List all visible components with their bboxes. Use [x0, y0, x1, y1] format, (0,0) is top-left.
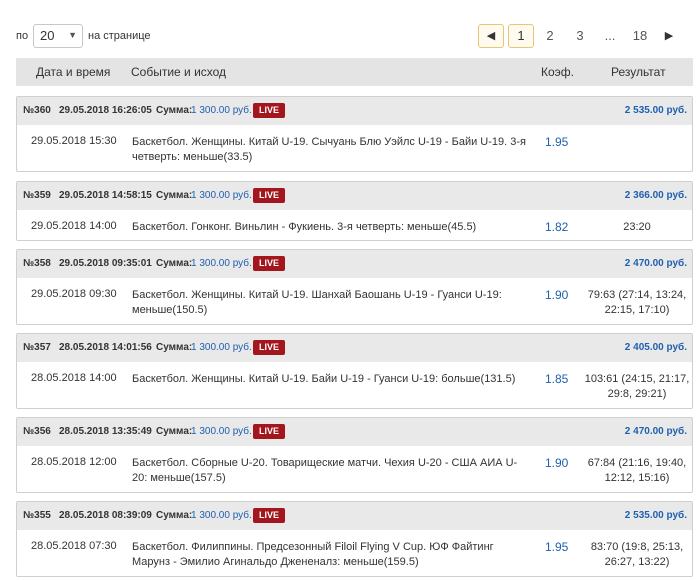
- page-2-button[interactable]: 2: [540, 24, 560, 48]
- bet-header: №355 28.05.2018 08:39:09 Сумма: 1 300.00…: [17, 502, 692, 530]
- table-header: Дата и время Событие и исход Коэф. Резул…: [16, 58, 693, 86]
- bet-sum-label: Сумма:: [156, 426, 193, 437]
- bet-payout: 2 535.00 руб.: [624, 105, 687, 116]
- bet-header: №359 29.05.2018 14:58:15 Сумма: 1 300.00…: [17, 182, 692, 210]
- bet-timestamp: 29.05.2018 14:58:15: [59, 190, 152, 201]
- prev-page-button[interactable]: ◀: [478, 24, 504, 48]
- bet-number: №355: [23, 510, 51, 521]
- live-badge: LIVE: [253, 340, 285, 355]
- event-date: 28.05.2018 07:30: [31, 540, 117, 552]
- bet-sum-label: Сумма:: [156, 258, 193, 269]
- bet-card: №360 29.05.2018 16:26:05 Сумма: 1 300.00…: [16, 96, 693, 172]
- bet-sum-label: Сумма:: [156, 510, 193, 521]
- event-description: Баскетбол. Женщины. Китай U-19. Шанхай Б…: [132, 289, 502, 316]
- event-coef: 1.95: [545, 540, 569, 554]
- event-coef: 1.90: [545, 456, 569, 470]
- page-1-button[interactable]: 1: [508, 24, 534, 48]
- bet-payout: 2 470.00 руб.: [624, 258, 687, 269]
- column-header-event: Событие и исход: [131, 65, 227, 79]
- bet-sum: 1 300.00 руб.: [191, 190, 252, 201]
- event-date: 29.05.2018 15:30: [31, 135, 117, 147]
- event-result: 67:84 (21:16, 19:40, 12:12, 15:16): [587, 457, 687, 484]
- bet-number: №359: [23, 190, 51, 201]
- bet-number: №360: [23, 105, 51, 116]
- bet-sum: 1 300.00 руб.: [191, 258, 252, 269]
- page-3-button[interactable]: 3: [570, 24, 590, 48]
- bet-payout: 2 366.00 руб.: [624, 190, 687, 201]
- per-page-prefix: по: [16, 30, 29, 42]
- bet-header: №358 29.05.2018 09:35:01 Сумма: 1 300.00…: [17, 250, 692, 278]
- bet-payout: 2 470.00 руб.: [624, 426, 687, 437]
- page-18-button[interactable]: 18: [628, 24, 652, 48]
- event-result: 83:70 (19:8, 25:13, 26:27, 13:22): [590, 541, 684, 568]
- bet-payout: 2 405.00 руб.: [624, 342, 687, 353]
- bet-sum-label: Сумма:: [156, 190, 193, 201]
- bet-timestamp: 28.05.2018 08:39:09: [59, 510, 152, 521]
- per-page-select[interactable]: 20 ▼: [33, 24, 83, 48]
- column-header-date: Дата и время: [36, 65, 111, 79]
- bet-card: №359 29.05.2018 14:58:15 Сумма: 1 300.00…: [16, 181, 693, 241]
- event-result: 79:63 (27:14, 13:24, 22:15, 17:10): [587, 289, 687, 316]
- bet-header: №357 28.05.2018 14:01:56 Сумма: 1 300.00…: [17, 334, 692, 362]
- event-date: 28.05.2018 14:00: [31, 372, 117, 384]
- bet-number: №356: [23, 426, 51, 437]
- column-header-result: Результат: [611, 65, 666, 79]
- bet-sum-label: Сумма:: [156, 342, 193, 353]
- bet-timestamp: 28.05.2018 13:35:49: [59, 426, 152, 437]
- per-page-suffix: на странице: [88, 30, 151, 42]
- live-badge: LIVE: [253, 103, 285, 118]
- toolbar: по 20 ▼ на странице ◀ 1 2 3 ... 18 ▶: [0, 0, 700, 58]
- bet-card: №356 28.05.2018 13:35:49 Сумма: 1 300.00…: [16, 417, 693, 493]
- event-coef: 1.82: [545, 220, 569, 234]
- bet-sum-label: Сумма:: [156, 105, 193, 116]
- bet-sum: 1 300.00 руб.: [191, 342, 252, 353]
- event-description: Баскетбол. Сборные U-20. Товарищеские ма…: [132, 457, 518, 484]
- live-badge: LIVE: [253, 508, 285, 523]
- event-result: 23:20: [623, 221, 651, 233]
- live-badge: LIVE: [253, 188, 285, 203]
- next-page-button[interactable]: ▶: [660, 24, 678, 48]
- bet-timestamp: 29.05.2018 09:35:01: [59, 258, 152, 269]
- event-coef: 1.85: [545, 372, 569, 386]
- bet-timestamp: 28.05.2018 14:01:56: [59, 342, 152, 353]
- event-date: 28.05.2018 12:00: [31, 456, 117, 468]
- bet-sum: 1 300.00 руб.: [191, 105, 252, 116]
- event-result: 103:61 (24:15, 21:17, 29:8, 29:21): [584, 373, 690, 400]
- event-description: Баскетбол. Филиппины. Предсезонный Filoi…: [132, 541, 494, 568]
- bet-header: №360 29.05.2018 16:26:05 Сумма: 1 300.00…: [17, 97, 692, 125]
- event-description: Баскетбол. Гонконг. Виньлин - Фукиень. 3…: [132, 221, 477, 233]
- live-badge: LIVE: [253, 424, 285, 439]
- bet-number: №357: [23, 342, 51, 353]
- event-description: Баскетбол. Женщины. Китай U-19. Байи U-1…: [132, 373, 516, 385]
- bet-header: №356 28.05.2018 13:35:49 Сумма: 1 300.00…: [17, 418, 692, 446]
- bet-sum: 1 300.00 руб.: [191, 510, 252, 521]
- bet-card: №355 28.05.2018 08:39:09 Сумма: 1 300.00…: [16, 501, 693, 577]
- page-ellipsis: ...: [604, 28, 616, 43]
- event-coef: 1.90: [545, 288, 569, 302]
- event-date: 29.05.2018 09:30: [31, 288, 117, 300]
- event-date: 29.05.2018 14:00: [31, 220, 117, 232]
- bet-payout: 2 535.00 руб.: [624, 510, 687, 521]
- chevron-down-icon: ▼: [68, 30, 77, 40]
- bet-card: №358 29.05.2018 09:35:01 Сумма: 1 300.00…: [16, 249, 693, 325]
- event-description: Баскетбол. Женщины. Китай U-19. Сычуань …: [132, 136, 526, 163]
- bet-sum: 1 300.00 руб.: [191, 426, 252, 437]
- bet-timestamp: 29.05.2018 16:26:05: [59, 105, 152, 116]
- bet-card: №357 28.05.2018 14:01:56 Сумма: 1 300.00…: [16, 333, 693, 409]
- live-badge: LIVE: [253, 256, 285, 271]
- bet-number: №358: [23, 258, 51, 269]
- per-page-value: 20: [40, 28, 55, 43]
- event-coef: 1.95: [545, 135, 569, 149]
- column-header-coef: Коэф.: [541, 65, 574, 79]
